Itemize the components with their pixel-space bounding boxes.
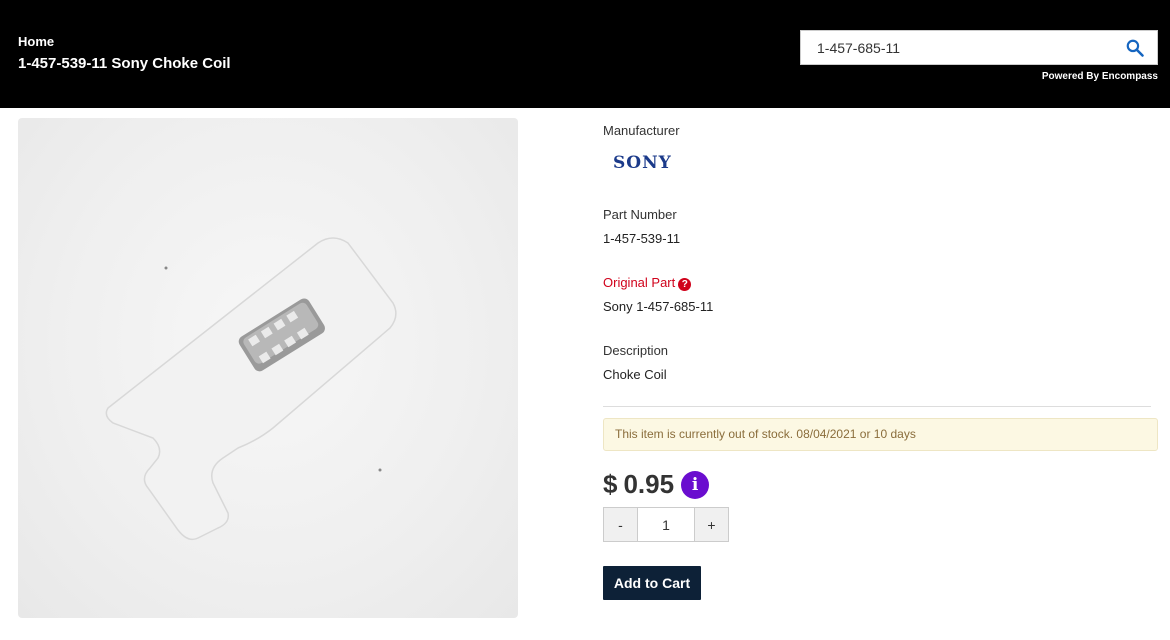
search-bar — [800, 30, 1158, 65]
quantity-input[interactable] — [638, 507, 694, 542]
quantity-stepper: - + — [603, 507, 729, 542]
question-circle-icon[interactable]: ? — [678, 278, 692, 291]
price-currency: $ — [603, 469, 618, 499]
divider — [603, 406, 1151, 407]
info-circle-icon[interactable]: i — [681, 470, 710, 499]
manufacturer-label: Manufacturer — [603, 123, 680, 138]
price-value: 0.95 — [623, 469, 675, 499]
manufacturer-logo: SONY — [613, 153, 672, 173]
stock-alert: This item is currently out of stock. 08/… — [603, 418, 1158, 451]
search-input[interactable] — [801, 31, 1113, 64]
breadcrumb-home-link[interactable]: Home — [18, 34, 54, 49]
search-button[interactable] — [1113, 31, 1157, 64]
price: $ 0.95 i — [603, 469, 710, 500]
choke-coil-photo — [105, 237, 397, 541]
original-part-label: Original Part — [603, 275, 676, 290]
quantity-increase-button[interactable]: + — [694, 507, 729, 542]
part-number-value: 1-457-539-11 — [603, 231, 681, 246]
search-icon — [1126, 39, 1144, 57]
page-title: 1-457-539-11 Sony Choke Coil — [18, 55, 231, 72]
part-number-label: Part Number — [603, 207, 677, 222]
description-label: Description — [603, 343, 669, 358]
original-part-value: Sony 1-457-685-11 — [603, 299, 714, 314]
add-to-cart-button[interactable]: Add to Cart — [603, 566, 701, 600]
description-value: Choke Coil — [603, 367, 667, 382]
header-bar: Home 1-457-539-11 Sony Choke Coil Powere… — [0, 0, 1170, 108]
product-image[interactable] — [18, 118, 518, 618]
quantity-decrease-button[interactable]: - — [603, 507, 638, 542]
powered-by-text: Powered By Encompass — [1041, 71, 1158, 82]
original-part-row: Original Part? — [603, 275, 692, 291]
